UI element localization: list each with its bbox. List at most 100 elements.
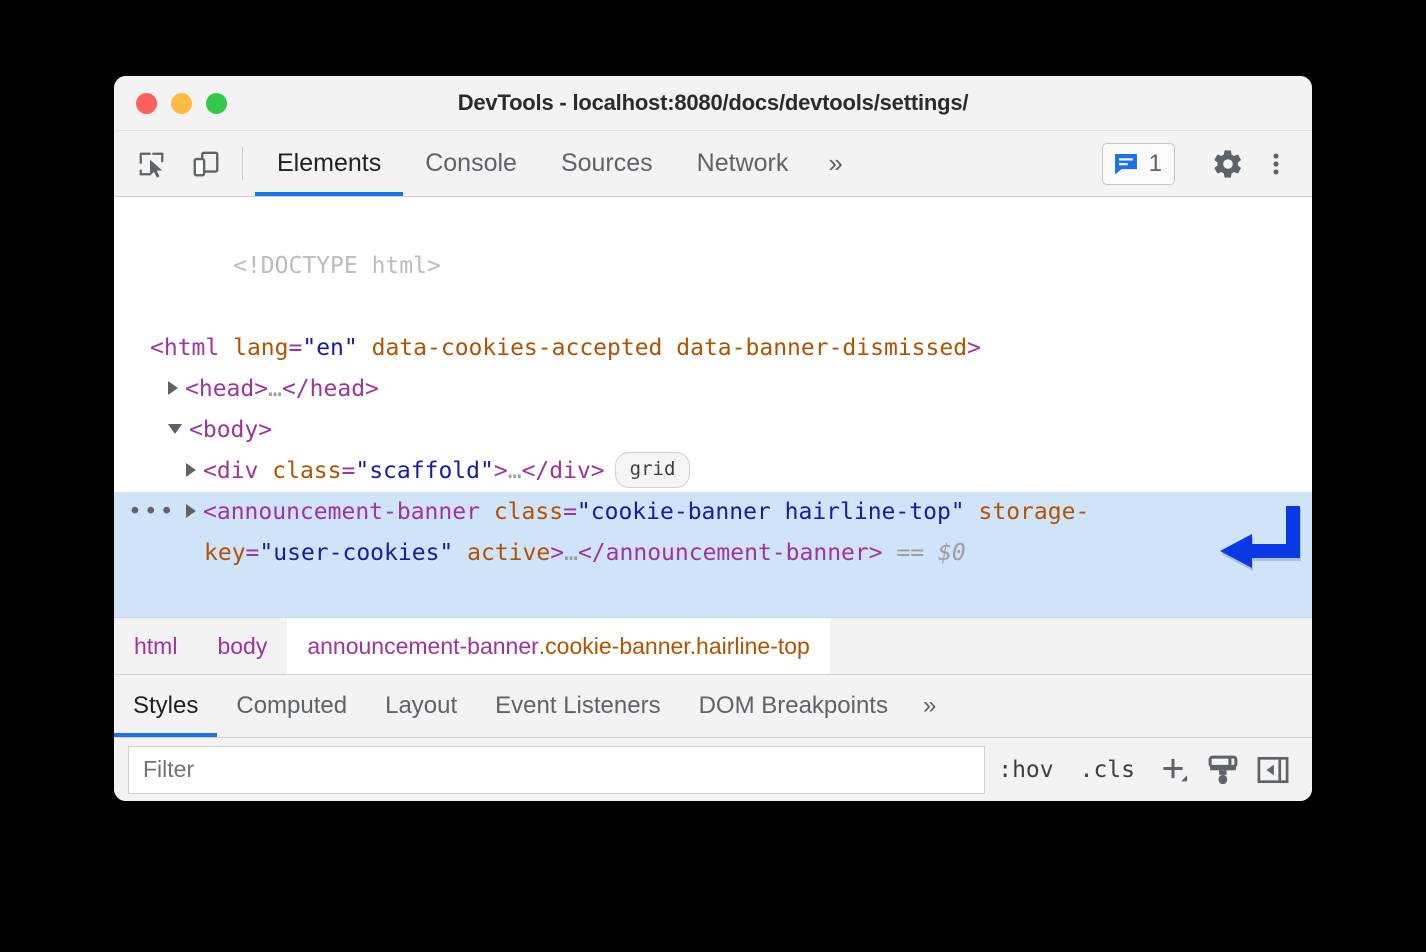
attr-storage-key-name-part2[interactable]: key [204,540,246,566]
zoom-button[interactable] [206,93,227,114]
doctype-text: <!DOCTYPE html> [233,253,441,279]
gt: > [494,458,508,484]
div-tag-open: <div [203,458,258,484]
attr-lang-name[interactable]: lang [233,335,288,361]
gt: > [550,540,564,566]
styles-filter-bar: Filter :hov .cls [114,738,1312,801]
tab-console[interactable]: Console [403,131,539,196]
expand-arrow-head-icon[interactable] [168,381,178,395]
traffic-light-group [136,93,227,114]
issues-count-label: 1 [1149,150,1162,178]
paintbrush-icon [1205,752,1241,788]
collapsed-children-ellipsis: … [508,458,522,484]
body-tag-open: <body> [189,417,272,443]
dom-breadcrumb-bar: html body announcement-banner.cookie-ban… [114,617,1312,674]
dom-row-body-open[interactable]: <body> [114,410,1312,451]
tab-dom-breakpoints[interactable]: DOM Breakpoints [680,675,907,737]
devtools-main-toolbar: Elements Console Sources Network » [114,131,1312,197]
html-tag-open: <html [150,335,219,361]
announcement-banner-tag-open: <announcement-banner [203,499,480,525]
attr-class-value[interactable]: "cookie-banner hairline-top" [577,499,965,525]
panel-toggle-icon [1255,752,1291,788]
expand-arrow-div-icon[interactable] [186,463,196,477]
grid-badge[interactable]: grid [615,452,691,488]
breadcrumb-item-announcement-banner[interactable]: announcement-banner.cookie-banner.hairli… [287,618,830,674]
element-classes-button[interactable]: .cls [1067,757,1148,783]
dom-row-html-open[interactable]: <html lang="en" data-cookies-accepted da… [114,328,1312,369]
more-tabs-button[interactable]: » [810,131,860,196]
expand-arrow-announcement-banner-icon[interactable] [186,504,196,518]
row-more-options-icon[interactable]: ••• [128,492,176,533]
equals: = [246,540,260,566]
div-tag-close: </div> [522,458,605,484]
attr-active[interactable]: active [467,540,550,566]
device-toolbar-icon [191,149,221,179]
collapse-arrow-body-icon[interactable] [168,424,182,434]
tab-network[interactable]: Network [675,131,811,196]
tab-layout-label: Layout [385,692,457,720]
toolbar-right-icons: 1 [1102,131,1312,196]
breadcrumb-label-html: html [134,633,177,660]
tab-computed-label: Computed [236,692,347,720]
dollar-zero-reference: $0 [938,540,966,566]
space [258,458,272,484]
dom-row-announcement-banner[interactable]: ••• <announcement-banner class = "cookie-ba… [114,492,1312,617]
attr-class-value[interactable]: "scaffold" [355,458,493,484]
dom-row-doctype[interactable]: <!DOCTYPE html> [114,205,1312,328]
attr-storage-key-value[interactable]: "user-cookies" [259,540,453,566]
attr-class-name[interactable]: class [272,458,341,484]
head-tag-open: <head> [185,376,268,402]
attr-data-cookies-accepted[interactable]: data-cookies-accepted [372,335,663,361]
settings-button[interactable] [1204,148,1252,180]
breadcrumb-item-body[interactable]: body [197,618,287,674]
devtools-window: DevTools - localhost:8080/docs/devtools/… [114,76,1312,801]
tab-layout[interactable]: Layout [366,675,476,737]
toggle-element-state-button[interactable]: :hov [985,757,1066,783]
device-toolbar-button[interactable] [182,149,230,179]
equals-equals: == [896,540,924,566]
gear-icon [1212,148,1244,180]
tab-event-listeners-label: Event Listeners [495,692,660,720]
dom-tree-panel[interactable]: <!DOCTYPE html> <html lang="en" data-coo… [114,197,1312,617]
sidebar-more-tabs-button[interactable]: » [907,675,952,737]
computed-styles-button[interactable] [1198,747,1248,793]
filter-input[interactable]: Filter [128,746,985,794]
breadcrumb-item-html[interactable]: html [114,618,197,674]
tab-dom-breakpoints-label: DOM Breakpoints [699,692,888,720]
dom-row-div-scaffold[interactable]: <div class="scaffold">…</div> grid [114,451,1312,492]
attr-data-banner-dismissed[interactable]: data-banner-dismissed [676,335,967,361]
tab-computed[interactable]: Computed [217,675,366,737]
kebab-menu-icon [1262,150,1290,178]
tab-styles-label: Styles [133,692,198,720]
space [965,499,979,525]
attr-lang-value[interactable]: "en" [302,335,357,361]
space [453,540,467,566]
minimize-button[interactable] [171,93,192,114]
gt: > [967,335,981,361]
breadcrumb-label-body: body [217,633,267,660]
tab-elements-label: Elements [277,149,381,178]
equals: = [342,458,356,484]
tab-sources[interactable]: Sources [539,131,675,196]
tab-event-listeners[interactable]: Event Listeners [476,675,679,737]
close-button[interactable] [136,93,157,114]
tab-elements[interactable]: Elements [255,131,403,196]
issues-badge-button[interactable]: 1 [1102,143,1175,185]
toggle-sidebar-button[interactable] [1248,747,1298,793]
space [358,335,372,361]
attr-class-name[interactable]: class [494,499,563,525]
breadcrumb-label-announcement-banner: announcement-banner [307,633,538,660]
chevron-double-right-icon: » [828,148,842,179]
attr-storage-key-name-part1[interactable]: storage- [979,499,1090,525]
panel-tab-list: Elements Console Sources Network » [255,131,861,196]
main-menu-button[interactable] [1256,150,1296,178]
inspect-element-button[interactable] [128,149,176,179]
tab-sources-label: Sources [561,149,653,178]
tab-styles[interactable]: Styles [114,675,217,737]
dom-row-head[interactable]: <head>…</head> [114,369,1312,410]
equals: = [289,335,303,361]
space [480,499,494,525]
window-title: DevTools - localhost:8080/docs/devtools/… [114,90,1312,116]
collapsed-children-ellipsis: … [564,540,578,566]
new-style-rule-button[interactable] [1148,747,1198,793]
